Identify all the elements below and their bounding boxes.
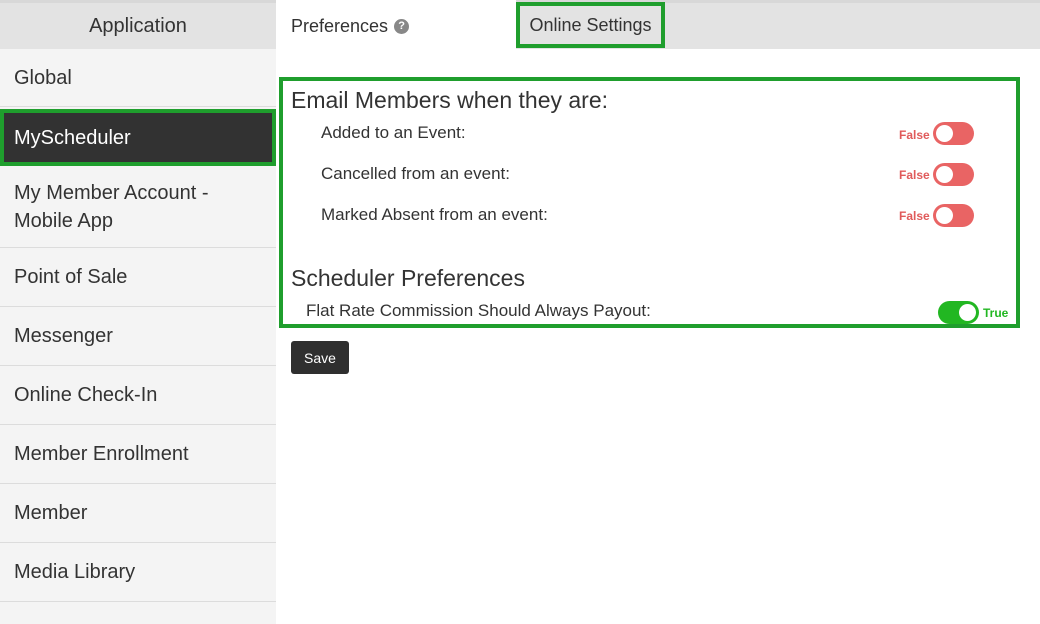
settings-panel: Email Members when they are: Added to an… xyxy=(279,77,1020,328)
sidebar-item-online-check-in[interactable]: Online Check-In xyxy=(0,366,276,425)
sidebar-item-my-member-account[interactable]: My Member Account - Mobile App xyxy=(0,166,276,248)
tab-preferences-label: Preferences xyxy=(291,15,389,36)
sidebar-item-point-of-sale[interactable]: Point of Sale xyxy=(0,248,276,307)
sidebar: Application Global MyScheduler My Member… xyxy=(0,0,276,624)
toggle-knob xyxy=(936,125,953,142)
setting-row-marked-absent: Marked Absent from an event: False xyxy=(283,204,1016,228)
toggle-switch[interactable] xyxy=(933,204,974,227)
toggle-switch[interactable] xyxy=(933,163,974,186)
setting-label: Flat Rate Commission Should Always Payou… xyxy=(306,301,651,320)
toggle-state-text: True xyxy=(983,306,1009,320)
sidebar-item-global[interactable]: Global xyxy=(0,49,276,107)
sidebar-item-messenger[interactable]: Messenger xyxy=(0,307,276,366)
sidebar-item-myscheduler[interactable]: MyScheduler xyxy=(0,109,276,166)
sidebar-header: Application xyxy=(0,0,276,49)
email-section-title: Email Members when they are: xyxy=(291,87,609,113)
setting-row-added-to-event: Added to an Event: False xyxy=(283,122,1016,146)
setting-row-flat-rate-commission: Flat Rate Commission Should Always Payou… xyxy=(283,300,1016,324)
sidebar-item-member[interactable]: Member xyxy=(0,484,276,543)
save-button[interactable]: Save xyxy=(291,341,349,374)
setting-label: Marked Absent from an event: xyxy=(321,205,548,224)
toggle-state-text: False xyxy=(899,209,930,223)
setting-row-cancelled-from-event: Cancelled from an event: False xyxy=(283,163,1016,187)
sidebar-item-member-enrollment[interactable]: Member Enrollment xyxy=(0,425,276,484)
toggle-knob xyxy=(936,207,953,224)
toggle-state-text: False xyxy=(899,128,930,142)
toggle-knob xyxy=(959,304,976,321)
sidebar-list: Global MyScheduler My Member Account - M… xyxy=(0,49,276,602)
setting-label: Cancelled from an event: xyxy=(321,164,510,183)
toggle-switch[interactable] xyxy=(933,122,974,145)
toggle-state-text: False xyxy=(899,168,930,182)
toggle-switch[interactable] xyxy=(938,301,979,324)
sidebar-item-media-library[interactable]: Media Library xyxy=(0,543,276,602)
setting-label: Added to an Event: xyxy=(321,123,466,142)
help-icon[interactable]: ? xyxy=(394,18,410,34)
tab-bar: Preferences ? Online Settings xyxy=(276,0,1040,52)
scheduler-section-title: Scheduler Preferences xyxy=(291,265,525,291)
tab-preferences[interactable]: Preferences ? xyxy=(276,0,516,52)
tab-online-settings[interactable]: Online Settings xyxy=(516,2,665,48)
toggle-knob xyxy=(936,166,953,183)
